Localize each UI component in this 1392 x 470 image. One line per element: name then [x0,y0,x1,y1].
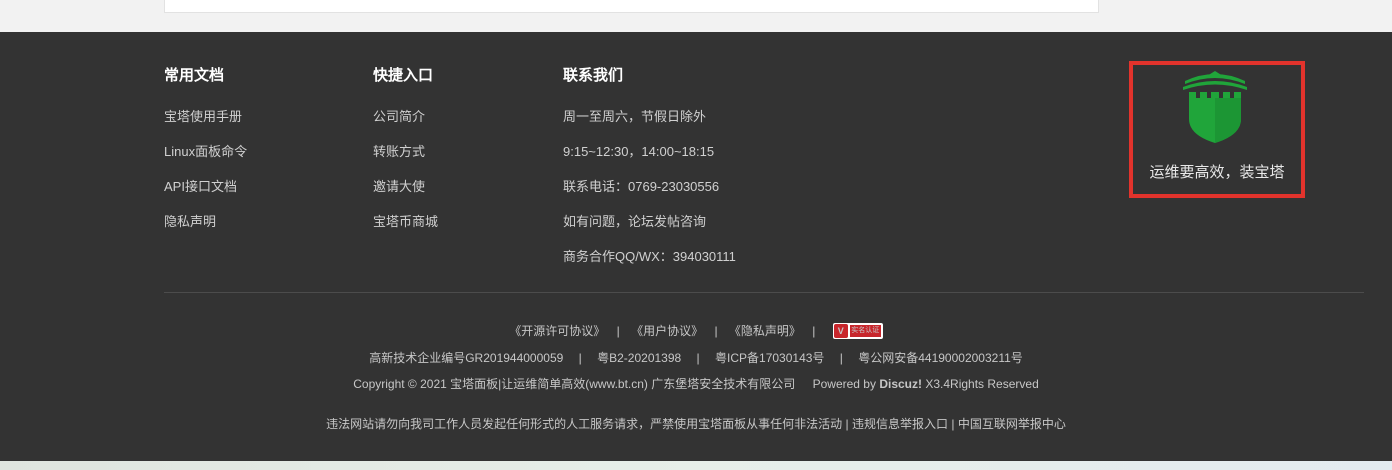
footer-link-privacy[interactable]: 隐私声明 [164,212,247,247]
verification-v-icon: V [833,323,848,338]
footer-divider [164,292,1364,293]
powered-by-suffix: X3.4Rights Reserved [925,377,1039,391]
green-shield-castle-icon [1183,71,1247,143]
hi-tech-enterprise-number: 高新技术企业编号GR201944000059 [369,351,564,365]
copyright-text: Copyright © 2021 宝塔面板|让运维简单高效(www.bt.cn)… [353,377,796,391]
contact-phone: 联系电话：0769-23030556 [563,179,720,194]
separator: | [578,351,582,365]
link-b2-license[interactable]: 粤B2-20201398 [597,351,681,365]
link-internet-report-center[interactable]: 中国互联网举报中心 [958,417,1066,431]
link-privacy-statement[interactable]: 《隐私声明》 [729,324,801,338]
brand-slogan: 运维要高效，装宝塔 [1149,164,1285,181]
separator: | [845,417,849,431]
separator: | [714,324,718,338]
powered-by-prefix: Powered by [812,377,876,391]
verification-badge-text: 实名认证 [849,324,881,337]
separator: | [812,324,816,338]
footer-link-api-docs[interactable]: API接口文档 [164,177,247,212]
site-footer: 常用文档 宝塔使用手册 Linux面板命令 API接口文档 隐私声明 快捷入口 … [0,32,1392,461]
verification-badge[interactable]: V 实名认证 [832,322,883,339]
footer-column-docs: 常用文档 宝塔使用手册 Linux面板命令 API接口文档 隐私声明 [164,66,247,247]
contact-forum: 如有问题，论坛发帖咨询 [563,214,707,229]
link-public-security-record[interactable]: 粤公网安备44190002003211号 [858,351,1023,365]
footer-link-company[interactable]: 公司简介 [373,107,438,142]
copyright-row: Copyright © 2021 宝塔面板|让运维简单高效(www.bt.cn)… [0,375,1392,392]
footer-link-list: 宝塔使用手册 Linux面板命令 API接口文档 隐私声明 [164,107,247,247]
contact-hours-days: 周一至周六，节假日除外 [563,109,707,124]
link-user-agreement[interactable]: 《用户协议》 [631,324,703,338]
contact-business-qq: 商务合作QQ/WX：394030111 [563,249,736,264]
footer-link-coin-store[interactable]: 宝塔币商城 [373,212,438,247]
brand-highlight-box: 运维要高效，装宝塔 [1129,61,1305,198]
separator: | [951,417,955,431]
link-violation-report[interactable]: 违规信息举报入口 [852,417,948,431]
link-icp-record[interactable]: 粤ICP备17030143号 [715,351,824,365]
legal-links-row: 《开源许可协议》 | 《用户协议》 | 《隐私声明》 | V 实名认证 [0,322,1392,340]
footer-column-shortcuts: 快捷入口 公司简介 转账方式 邀请大使 宝塔币商城 [373,66,438,247]
separator: | [616,324,620,338]
footer-link-list: 公司简介 转账方式 邀请大使 宝塔币商城 [373,107,438,247]
footer-link-manual[interactable]: 宝塔使用手册 [164,107,247,142]
footer-column-contact: 联系我们 周一至周六，节假日除外 9:15~12:30，14:00~18:15 … [563,66,736,282]
registration-row: 高新技术企业编号GR201944000059 | 粤B2-20201398 | … [0,349,1392,366]
page-bottom-strip [0,461,1392,470]
footer-link-linux-commands[interactable]: Linux面板命令 [164,142,247,177]
link-open-source-license[interactable]: 《开源许可协议》 [509,324,605,338]
footer-link-transfer[interactable]: 转账方式 [373,142,438,177]
contact-hours-time: 9:15~12:30，14:00~18:15 [563,144,715,159]
footer-link-ambassador[interactable]: 邀请大使 [373,177,438,212]
legal-warning-text: 违法网站请勿向我司工作人员发起任何形式的人工服务请求，严禁使用宝塔面板从事任何非… [326,417,843,431]
content-card-bottom-edge [164,0,1099,13]
link-discuz[interactable]: Discuz! [879,377,922,391]
separator: | [839,351,843,365]
footer-column-title: 联系我们 [563,67,624,84]
separator: | [696,351,700,365]
footer-column-title: 常用文档 [164,67,225,84]
legal-warning-row: 违法网站请勿向我司工作人员发起任何形式的人工服务请求，严禁使用宝塔面板从事任何非… [0,415,1392,432]
footer-column-title: 快捷入口 [373,67,434,84]
contact-info-list: 周一至周六，节假日除外 9:15~12:30，14:00~18:15 联系电话：… [563,107,736,282]
